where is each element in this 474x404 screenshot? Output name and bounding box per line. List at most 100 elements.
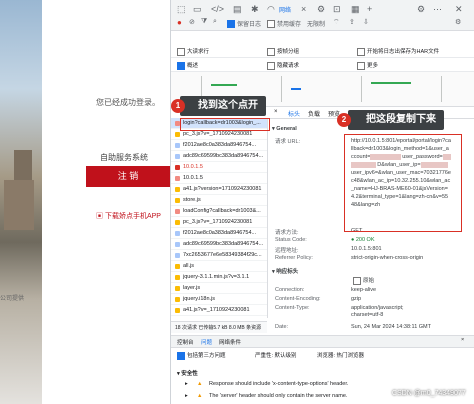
overview-option[interactable]: 概述	[177, 61, 198, 70]
group-by-frame-label: 按帧分组	[277, 49, 300, 55]
highlight-url-box	[344, 134, 462, 232]
status-label: Status Code:	[275, 237, 307, 243]
request-name: loadConfig?callback=dr1003&...	[183, 208, 261, 214]
request-item[interactable]: a41.js?version=1710924230081	[171, 184, 267, 195]
network-conditions-tab[interactable]: 网络条件	[219, 338, 241, 346]
browser-select[interactable]: 浏览器: 热门浏览器	[317, 351, 364, 359]
wifi-settings-icon[interactable]: ⌔	[333, 18, 340, 27]
file-icon	[175, 275, 180, 280]
search-icon[interactable]: ⌕	[213, 18, 217, 26]
settings-icon[interactable]: ⚙	[417, 4, 425, 15]
request-item[interactable]: 10.0.1.5	[171, 162, 267, 173]
add-icon[interactable]: +	[367, 4, 372, 14]
wifi-icon[interactable]: ◠	[267, 4, 275, 15]
request-item[interactable]: store.js	[171, 195, 267, 206]
warning-icon: ▲	[197, 393, 203, 399]
content-type-label: Content-Type:	[275, 305, 310, 311]
more-filters-option[interactable]: 更多	[357, 61, 378, 70]
date-label: Date:	[275, 324, 289, 330]
bug-icon[interactable]: ✱	[251, 4, 259, 15]
request-item[interactable]: loadConfig?callback=dr1003&...	[171, 206, 267, 217]
download-app-link[interactable]: ▣ 下载娇点手机APP	[96, 211, 161, 221]
tab-headers[interactable]: 标头	[288, 109, 300, 118]
har-option[interactable]: 开始将日志出保存为HAR文件	[357, 47, 439, 56]
disable-cache-checkbox[interactable]: 禁用缓存	[267, 19, 301, 29]
raw-toggle[interactable]: 原始	[353, 276, 374, 285]
hide-requests-option[interactable]: 隐藏请求	[267, 61, 299, 70]
remote-label: 远程地址:	[275, 248, 299, 254]
performance-icon[interactable]: ⚙	[317, 4, 325, 15]
callout-1: 找到这个点开	[180, 96, 266, 116]
issue-text: The 'server' header should only contain …	[209, 393, 348, 399]
throttle-select[interactable]: 无限制	[307, 19, 325, 28]
request-item[interactable]: 7xc2653677e6e58349384f29c...	[171, 250, 267, 261]
severity-select[interactable]: 严重性: 默认级别	[255, 351, 297, 359]
security-section[interactable]: ▾ 安全性	[171, 369, 474, 379]
network-settings-icon[interactable]: ⚙	[455, 18, 461, 26]
more-icon[interactable]: ⋯	[433, 4, 442, 15]
request-item[interactable]: all.js	[171, 261, 267, 272]
request-item[interactable]: 10.0.1.5	[171, 173, 267, 184]
request-item[interactable]: a41.js?v=_1710924230081	[171, 305, 267, 316]
file-icon	[175, 253, 180, 258]
har-label: 开始将日志出保存为HAR文件	[367, 49, 440, 55]
more-filters-label: 更多	[367, 63, 379, 69]
memory-icon[interactable]: ⊡	[333, 4, 341, 15]
request-item[interactable]: jquery-3.1.1.min.js?v=3.1.1	[171, 272, 267, 283]
file-icon	[175, 143, 180, 148]
url-label: 请求 URL:	[275, 139, 301, 145]
encoding-label: Content-Encoding:	[275, 296, 321, 302]
date-value: Sun, 24 Mar 2024 14:38:11 GMT	[351, 324, 431, 330]
request-name: jquery.i18n.js	[183, 296, 215, 302]
close-tab-icon[interactable]: ×	[301, 4, 306, 14]
clear-icon[interactable]: ⊘	[189, 18, 195, 26]
request-item[interactable]: pc_3.js?v=_1710924230081	[171, 217, 267, 228]
application-icon[interactable]: ▦	[351, 4, 360, 15]
status-value: ● 200 OK	[351, 237, 375, 243]
console-tab[interactable]: 控制台	[177, 338, 194, 346]
file-icon	[175, 209, 180, 214]
unchecked-icon	[177, 47, 185, 56]
big-rows-option[interactable]: 大读求行	[177, 47, 209, 56]
content-type-value: application/javascript; charset=utf-8	[351, 305, 404, 318]
file-icon	[175, 198, 180, 203]
tab-payload[interactable]: 负载	[308, 109, 320, 118]
preserve-log-checkbox[interactable]: 保留日志	[227, 19, 261, 29]
export-icon[interactable]: ⇩	[363, 18, 369, 26]
close-detail-icon[interactable]: ×	[274, 109, 278, 115]
filter-icon[interactable]: ⧩	[201, 18, 207, 26]
close-drawer-icon[interactable]: ×	[461, 337, 464, 343]
file-icon	[175, 308, 180, 313]
connection-label: Connection:	[275, 287, 305, 293]
request-name: store.js	[183, 197, 201, 203]
device-icon[interactable]: ▭	[193, 4, 202, 15]
request-item[interactable]: f2012ae8c0a383da8946754...	[171, 140, 267, 151]
third-party-label: 包括第三方问题	[187, 353, 226, 359]
response-headers-section[interactable]: ▾ 响应标头	[272, 267, 298, 275]
elements-icon[interactable]: </>	[211, 4, 224, 14]
record-icon[interactable]: ●	[177, 18, 182, 27]
inspect-icon[interactable]: ⬚	[177, 4, 186, 15]
logout-button[interactable]: 注 销	[86, 166, 170, 187]
checked-icon	[177, 61, 185, 70]
request-list: login?callback=dr1003&login_... pc_3.js?…	[171, 118, 268, 318]
big-rows-label: 大读求行	[187, 49, 210, 55]
import-icon[interactable]: ⇪	[349, 18, 355, 26]
unchecked-icon	[267, 47, 275, 56]
file-icon	[175, 231, 180, 236]
general-section[interactable]: ▾ General	[272, 126, 297, 132]
third-party-option[interactable]: 包括第三方问题	[177, 351, 226, 360]
request-item[interactable]: f2012ae8c0a383da8946754...	[171, 228, 267, 239]
tab-network[interactable]: 网络	[279, 5, 291, 14]
request-item[interactable]: adc89c69599bc383da8946754...	[171, 151, 267, 162]
issues-tab[interactable]: 问题	[201, 338, 212, 346]
request-item[interactable]: adc89c69599bc383da8946754...	[171, 239, 267, 250]
request-item[interactable]: jquery.i18n.js	[171, 294, 267, 305]
group-by-frame-option[interactable]: 按帧分组	[267, 47, 299, 56]
filter-row-2: 概述 隐藏请求 更多	[171, 58, 474, 72]
console-icon[interactable]: ▤	[233, 4, 242, 15]
close-devtools-icon[interactable]: ✕	[455, 4, 463, 15]
file-icon	[175, 264, 180, 269]
request-item[interactable]: layer.js	[171, 283, 267, 294]
web-page: 您已经成功登录。 自助服务系统 注 销 ▣ 下载娇点手机APP 公司提供	[0, 0, 170, 404]
